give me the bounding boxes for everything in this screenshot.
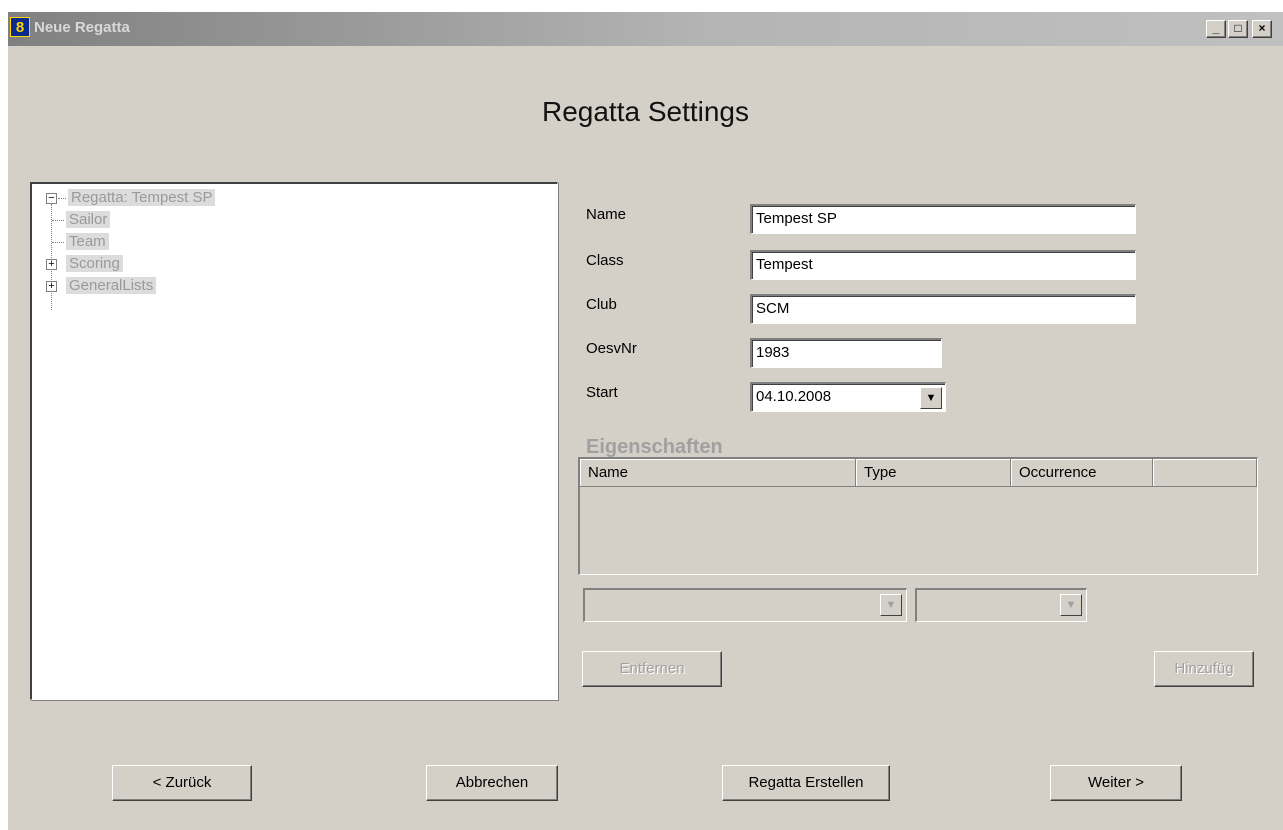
page-title: Regatta Settings [541, 96, 750, 127]
wizard-window: 8 Neue Regatta _ □ × Regatta Settings − … [8, 12, 1283, 830]
property-type-select[interactable]: ▼ [915, 588, 1087, 622]
club-label: Club [586, 296, 617, 313]
regatta-tree[interactable]: − Regatta: Tempest SP Sailor Team + Scor… [30, 182, 558, 700]
remove-button[interactable]: Entfernen [582, 651, 722, 687]
properties-heading: Eigenschaften [586, 436, 723, 458]
expand-icon[interactable]: + [46, 281, 57, 292]
tree-node-label: Sailor [66, 211, 111, 228]
tree-node-label: Regatta: Tempest SP [68, 189, 216, 206]
back-button[interactable]: < Zurück [112, 765, 252, 801]
tree-node-scoring[interactable]: + Scoring [46, 253, 123, 275]
window-title: Neue Regatta [34, 19, 130, 36]
tree-node-root[interactable]: − Regatta: Tempest SP [46, 187, 216, 209]
column-header-type[interactable]: Type [856, 459, 1011, 487]
name-field[interactable]: Tempest SP [750, 204, 1136, 234]
next-button[interactable]: Weiter > [1050, 765, 1182, 801]
tree-node-team[interactable]: Team [52, 231, 109, 253]
minimize-button[interactable]: _ [1206, 20, 1226, 38]
add-button[interactable]: Hinzufüg [1154, 651, 1254, 687]
class-field[interactable]: Tempest [750, 250, 1136, 280]
start-date-value: 04.10.2008 [756, 388, 832, 405]
dropdown-arrow-icon[interactable]: ▼ [1060, 594, 1082, 616]
tree-node-label: Team [66, 233, 109, 250]
tree-node-sailor[interactable]: Sailor [52, 209, 111, 231]
name-label: Name [586, 206, 627, 223]
collapse-icon[interactable]: − [46, 193, 57, 204]
dropdown-arrow-icon[interactable]: ▼ [920, 387, 942, 409]
create-regatta-button[interactable]: Regatta Erstellen [722, 765, 890, 801]
title-bar[interactable]: 8 Neue Regatta _ □ × [8, 12, 1283, 46]
app-icon: 8 [10, 17, 30, 37]
class-label: Class [586, 252, 624, 269]
dropdown-arrow-icon[interactable]: ▼ [880, 594, 902, 616]
oesvnr-label: OesvNr [586, 340, 637, 357]
column-header-name[interactable]: Name [580, 459, 856, 487]
property-name-select[interactable]: ▼ [583, 588, 907, 622]
start-date-picker[interactable]: 04.10.2008 ▼ [750, 382, 946, 412]
column-header-occurrence[interactable]: Occurrence [1011, 459, 1153, 487]
oesvnr-field[interactable]: 1983 [750, 338, 942, 368]
column-header-empty[interactable] [1153, 459, 1257, 487]
tree-node-generallists[interactable]: + GeneralLists [46, 275, 157, 297]
maximize-button[interactable]: □ [1228, 20, 1248, 38]
tree-node-label: Scoring [66, 255, 123, 272]
properties-list[interactable]: Name Type Occurrence [578, 457, 1258, 575]
club-field[interactable]: SCM [750, 294, 1136, 324]
close-button[interactable]: × [1252, 20, 1272, 38]
properties-list-header: Name Type Occurrence [580, 459, 1257, 487]
expand-icon[interactable]: + [46, 259, 57, 270]
cancel-button[interactable]: Abbrechen [426, 765, 558, 801]
start-label: Start [586, 384, 618, 401]
tree-node-label: GeneralLists [66, 277, 157, 294]
